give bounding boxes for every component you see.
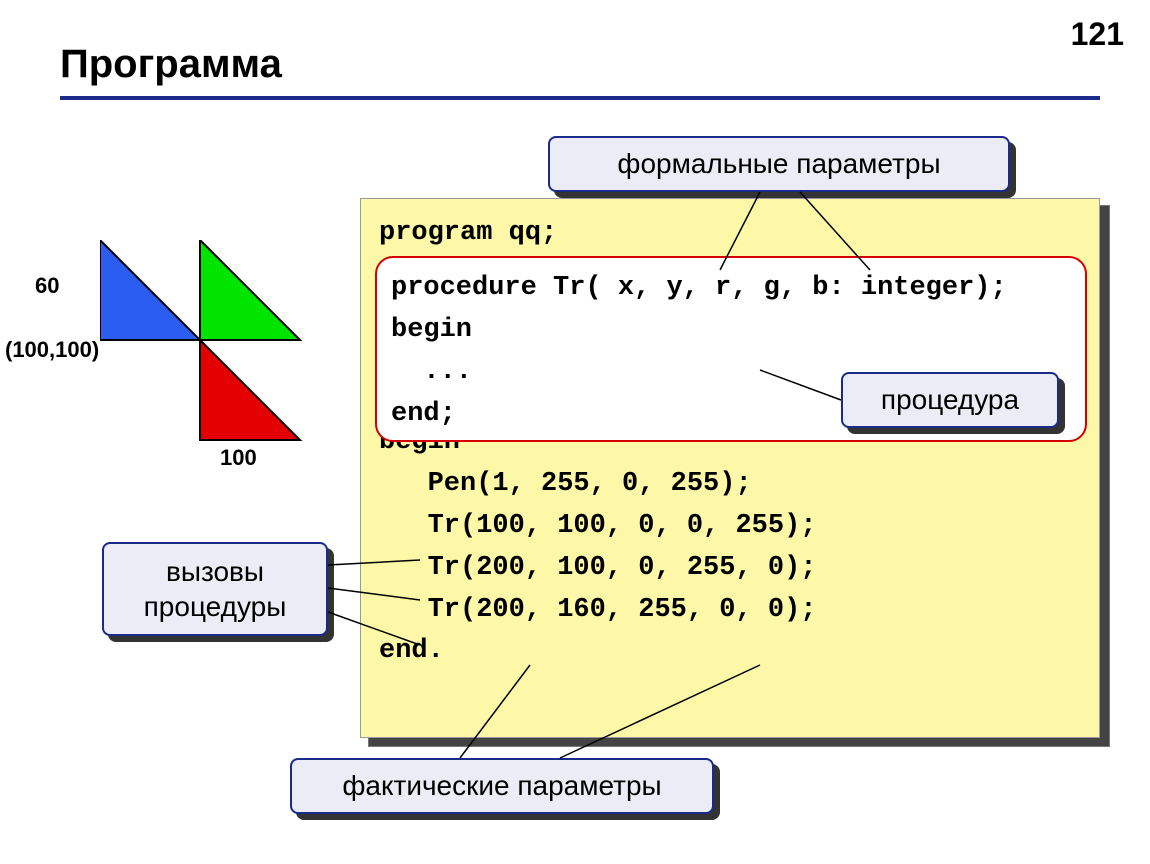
callout-formal-params: формальные параметры	[548, 136, 1010, 192]
label-origin: (100,100)	[5, 337, 99, 363]
triangle-green	[200, 240, 300, 340]
callout-calls: вызовы процедуры	[102, 542, 328, 636]
triangle-blue	[100, 240, 200, 340]
proc-end: end;	[391, 399, 456, 429]
triangle-diagram: 60 (100,100) 100	[100, 240, 330, 470]
code-main-end: end.	[379, 636, 444, 666]
label-60: 60	[35, 273, 59, 299]
triangles-svg	[100, 240, 330, 470]
code-main-l3: Tr(200, 100, 0, 255, 0);	[379, 553, 816, 583]
proc-begin: begin	[391, 315, 472, 345]
title-rule	[60, 96, 1100, 100]
code-program-line: program qq;	[379, 218, 557, 248]
triangle-red	[200, 340, 300, 440]
code-main-l1: Pen(1, 255, 0, 255);	[379, 469, 752, 499]
callout-calls-line2: процедуры	[144, 589, 287, 624]
proc-body: ...	[391, 357, 472, 387]
code-main-l2: Tr(100, 100, 0, 0, 255);	[379, 511, 816, 541]
callout-calls-line1: вызовы	[166, 554, 264, 589]
label-100: 100	[220, 445, 257, 471]
callout-formal-text: формальные параметры	[617, 148, 940, 180]
page-title: Программа	[60, 42, 282, 87]
callout-procedure-text: процедура	[881, 384, 1019, 416]
proc-decl: procedure Tr( x, y, r, g, b: integer);	[391, 273, 1007, 303]
callout-actual-params: фактические параметры	[290, 758, 714, 814]
callout-procedure: процедура	[841, 372, 1059, 428]
callout-actual-text: фактические параметры	[342, 770, 661, 802]
page-number: 121	[1071, 16, 1124, 53]
code-main-l4: Tr(200, 160, 255, 0, 0);	[379, 595, 816, 625]
